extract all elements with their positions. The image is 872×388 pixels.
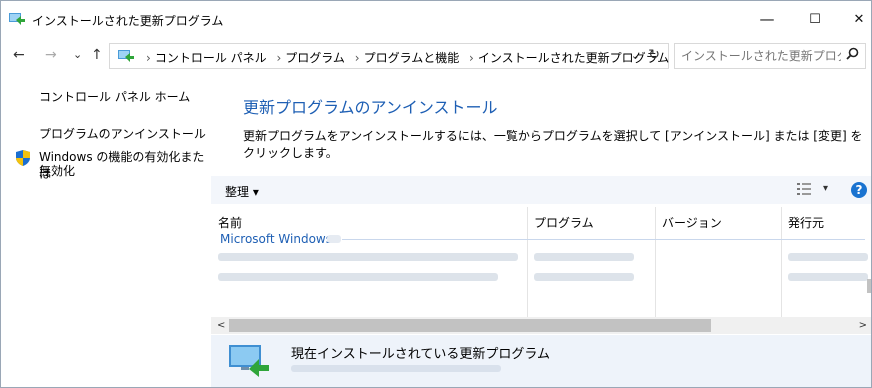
refresh-button[interactable]: ↻ — [648, 47, 660, 63]
scroll-right-button[interactable]: > — [859, 317, 867, 334]
horizontal-scrollbar-thumb[interactable] — [229, 319, 711, 332]
group-header-microsoft-windows[interactable]: Microsoft Windows — [220, 232, 332, 246]
breadcrumb-programs[interactable]: プログラム — [285, 51, 345, 65]
details-title: 現在インストールされている更新プログラム — [291, 347, 550, 362]
column-divider[interactable] — [527, 207, 528, 317]
installed-updates-icon — [9, 13, 25, 25]
up-button[interactable]: ↑ — [91, 47, 103, 63]
recent-locations-button[interactable]: ⌄ — [73, 48, 82, 61]
close-icon: ✕ — [853, 11, 865, 27]
breadcrumb-separator: › — [469, 51, 474, 65]
minimize-button[interactable]: — — [745, 1, 789, 37]
organize-label: 整理 — [225, 185, 250, 199]
column-header-program[interactable]: プログラム — [534, 214, 594, 231]
help-button[interactable]: ? — [851, 182, 867, 198]
row-name-blurred — [218, 253, 518, 261]
organize-caret-icon: ▾ — [252, 185, 259, 199]
row-publisher-blurred — [788, 253, 868, 261]
row-program-blurred — [534, 253, 634, 261]
window: インストールされた更新プログラム — ☐ ✕ ← → ⌄ ↑ › コントロール パ… — [0, 0, 872, 388]
window-title: インストールされた更新プログラム — [32, 14, 224, 28]
breadcrumb-control-panel[interactable]: コントロール パネル — [155, 51, 267, 65]
column-header-version[interactable]: バージョン — [662, 214, 722, 231]
forward-button[interactable]: → — [45, 47, 57, 63]
breadcrumb-programs-and-features[interactable]: プログラムと機能 — [364, 51, 460, 65]
admin-shield-icon — [16, 150, 30, 166]
search-input[interactable] — [679, 46, 843, 66]
vertical-scrollbar-thumb[interactable] — [867, 279, 871, 293]
windows-features-link-line2[interactable]: 無効化 — [39, 162, 75, 179]
installed-updates-large-icon — [229, 345, 269, 377]
column-header-publisher[interactable]: 発行元 — [788, 214, 824, 231]
address-row: ← → ⌄ ↑ › コントロール パネル › プログラム › プログラムと機能 › イン… — [1, 41, 871, 71]
breadcrumb: › コントロール パネル › プログラム › プログラムと機能 › インストールされた更… — [144, 49, 673, 66]
control-panel-icon — [118, 50, 134, 62]
row-program-blurred — [534, 273, 634, 281]
scroll-left-button[interactable]: < — [217, 317, 225, 334]
back-button[interactable]: ← — [13, 47, 25, 63]
close-button[interactable]: ✕ — [837, 1, 871, 37]
maximize-button[interactable]: ☐ — [793, 1, 837, 37]
row-publisher-blurred — [788, 273, 868, 281]
address-dropdown-button[interactable]: ⌄ — [631, 49, 640, 62]
breadcrumb-installed-updates[interactable]: インストールされた更新プログラム — [478, 51, 669, 65]
organize-button[interactable]: 整理 ▾ — [225, 183, 259, 200]
details-subtitle-blurred — [291, 365, 501, 372]
search-icon[interactable] — [846, 47, 859, 60]
column-divider[interactable] — [655, 207, 656, 317]
view-dropdown-button[interactable]: ▾ — [823, 183, 828, 194]
group-count-blurred — [327, 235, 341, 243]
search-box — [674, 43, 866, 69]
column-header-name[interactable]: 名前 — [218, 214, 242, 231]
left-navigation-pane: コントロール パネル ホーム プログラムのアンインストール Windows の機… — [1, 71, 211, 387]
row-name-blurred — [218, 273, 498, 281]
view-options-icon[interactable] — [797, 183, 813, 195]
group-divider — [342, 239, 865, 240]
uninstall-program-link[interactable]: プログラムのアンインストール — [39, 125, 206, 142]
page-title: 更新プログラムのアンインストール — [243, 98, 498, 117]
command-bar: 整理 ▾ ▾ ? — [211, 176, 871, 204]
title-bar: インストールされた更新プログラム — ☐ ✕ — [1, 1, 871, 37]
breadcrumb-separator: › — [146, 51, 151, 65]
minimize-icon: — — [759, 10, 775, 28]
page-description: 更新プログラムをアンインストールするには、一覧からプログラムを選択して [アンイ… — [243, 129, 863, 160]
column-divider[interactable] — [781, 207, 782, 317]
control-panel-home-link[interactable]: コントロール パネル ホーム — [39, 88, 190, 105]
breadcrumb-separator: › — [354, 51, 360, 65]
details-pane: 現在インストールされている更新プログラム — [211, 335, 871, 387]
maximize-icon: ☐ — [809, 11, 821, 27]
horizontal-scrollbar[interactable]: < > — [211, 317, 871, 334]
breadcrumb-separator: › — [276, 51, 282, 65]
address-bar[interactable]: › コントロール パネル › プログラム › プログラムと機能 › インストールされた更… — [109, 43, 669, 69]
